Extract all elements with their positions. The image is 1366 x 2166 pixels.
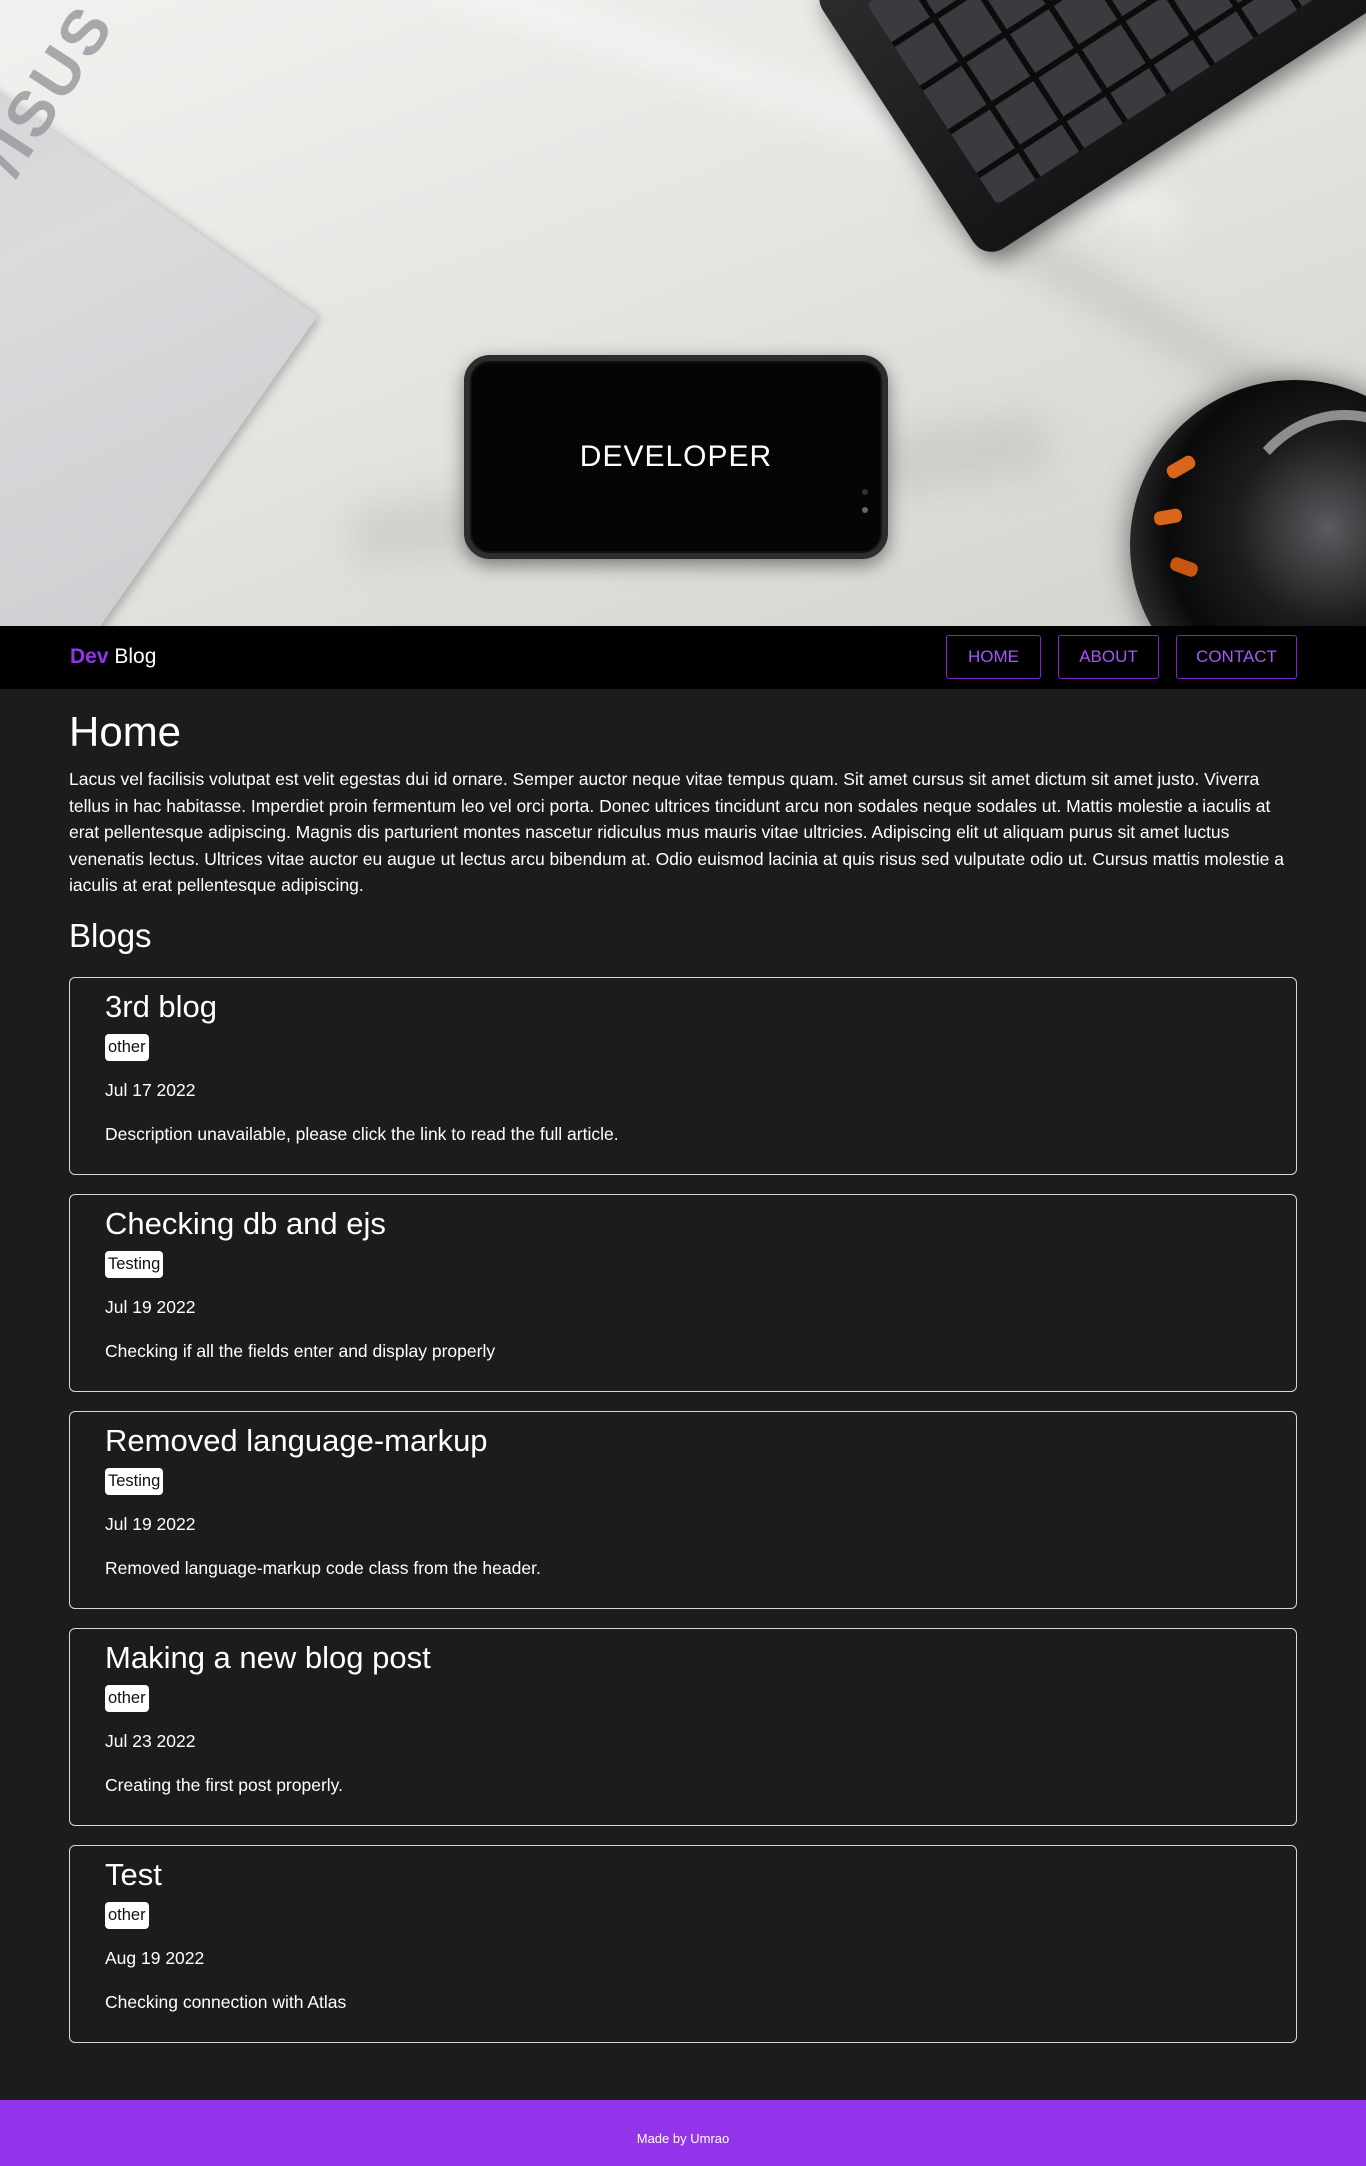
hero-image: /ISUS DEVELOPER bbox=[0, 0, 1366, 626]
blog-card[interactable]: Checking db and ejs Testing Jul 19 2022 … bbox=[69, 1194, 1297, 1392]
blog-title[interactable]: Removed language-markup bbox=[105, 1423, 488, 1459]
blog-tag: other bbox=[105, 1902, 149, 1929]
brand-highlight: Dev bbox=[70, 645, 109, 668]
blog-tag: Testing bbox=[105, 1468, 164, 1495]
speaker-light bbox=[1164, 453, 1198, 481]
blog-date: Jul 19 2022 bbox=[105, 1514, 196, 1534]
blog-description: Creating the first post properly. bbox=[105, 1775, 343, 1795]
page-title: Home bbox=[69, 708, 182, 755]
blog-tag: other bbox=[105, 1685, 149, 1712]
nav-about-button[interactable]: ABOUT bbox=[1058, 635, 1159, 679]
blog-card[interactable]: Test other Aug 19 2022 Checking connecti… bbox=[69, 1845, 1297, 2043]
footer: Made by Umrao bbox=[0, 2100, 1366, 2166]
nav-home-button[interactable]: HOME bbox=[946, 635, 1041, 679]
speaker-light bbox=[1152, 507, 1184, 527]
navbar: Dev Blog HOME ABOUT CONTACT bbox=[0, 626, 1366, 689]
blog-date: Jul 17 2022 bbox=[105, 1080, 196, 1100]
speaker-ring bbox=[1225, 410, 1366, 626]
blog-title[interactable]: Making a new blog post bbox=[105, 1640, 431, 1676]
blog-description: Description unavailable, please click th… bbox=[105, 1124, 619, 1144]
speaker-image bbox=[1130, 380, 1366, 626]
nav-contact-button[interactable]: CONTACT bbox=[1176, 635, 1297, 679]
blog-title[interactable]: 3rd blog bbox=[105, 989, 217, 1025]
blog-card[interactable]: Making a new blog post other Jul 23 2022… bbox=[69, 1628, 1297, 1826]
brand-text: Blog bbox=[114, 645, 157, 668]
blog-title[interactable]: Checking db and ejs bbox=[105, 1206, 386, 1242]
hero-banner: /ISUS DEVELOPER bbox=[0, 0, 1366, 626]
keyboard-keys bbox=[866, 0, 1366, 205]
blog-date: Aug 19 2022 bbox=[105, 1948, 205, 1968]
footer-credit: Made by Umrao bbox=[636, 2130, 730, 2146]
speaker-light bbox=[1168, 555, 1200, 579]
blog-description: Checking if all the fields enter and dis… bbox=[105, 1341, 496, 1361]
blog-card[interactable]: Removed language-markup Testing Jul 19 2… bbox=[69, 1411, 1297, 1609]
keyboard-image bbox=[810, 0, 1366, 261]
intro-paragraph: Lacus vel facilisis volutpat est velit e… bbox=[69, 769, 1284, 895]
brand-logo[interactable]: Dev Blog bbox=[70, 645, 156, 669]
blog-description: Checking connection with Atlas bbox=[105, 1992, 347, 2012]
blog-tag: other bbox=[105, 1034, 149, 1061]
blogs-heading: Blogs bbox=[69, 917, 152, 954]
blog-tag: Testing bbox=[105, 1251, 164, 1278]
blog-card[interactable]: 3rd blog other Jul 17 2022 Description u… bbox=[69, 977, 1297, 1175]
blog-title[interactable]: Test bbox=[105, 1857, 162, 1893]
blog-date: Jul 23 2022 bbox=[105, 1731, 196, 1751]
blog-date: Jul 19 2022 bbox=[105, 1297, 196, 1317]
hero-title: DEVELOPER bbox=[579, 440, 773, 473]
blog-description: Removed language-markup code class from … bbox=[105, 1558, 541, 1578]
